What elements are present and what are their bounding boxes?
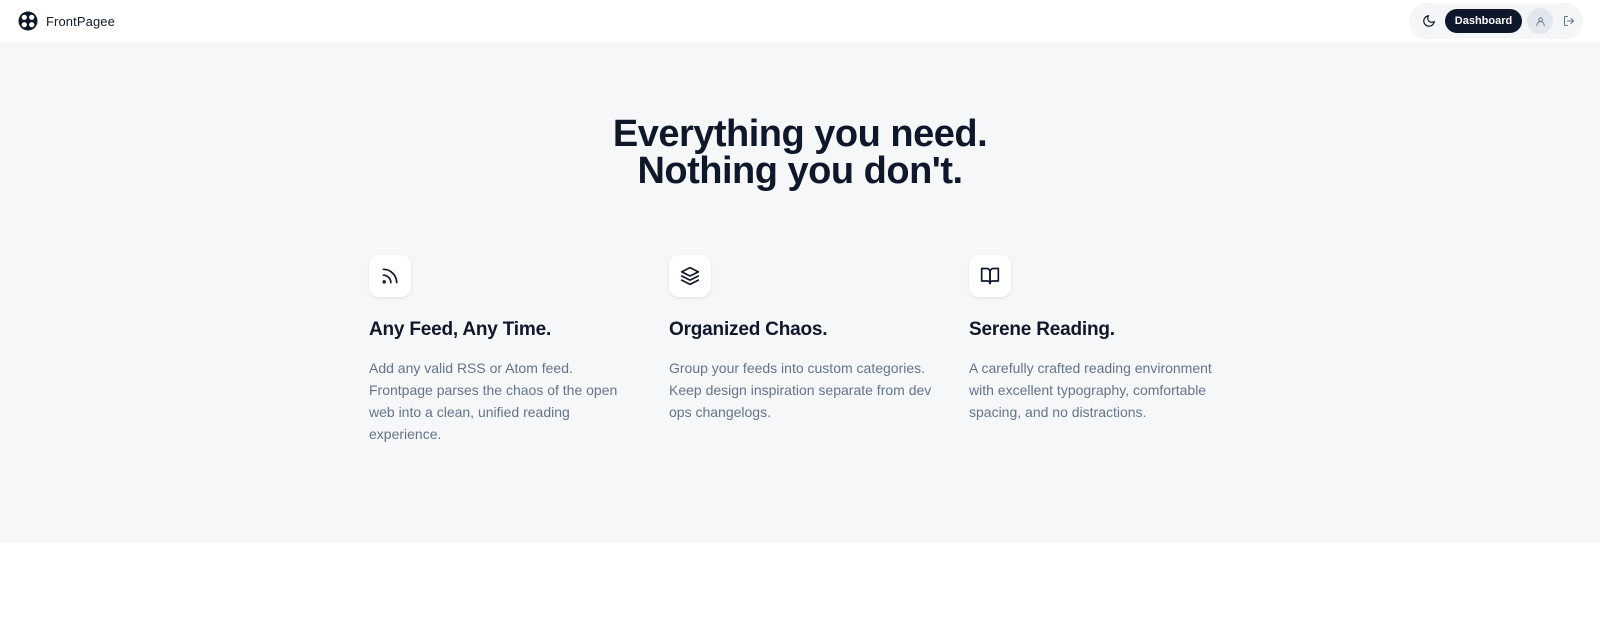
feature-card-organized-chaos: Organized Chaos. Group your feeds into c… <box>669 255 944 423</box>
log-out-icon <box>1564 16 1574 26</box>
feature-description: Group your feeds into custom categories.… <box>669 360 932 420</box>
hero-title-line-1: Everything you need. <box>612 113 988 155</box>
user-icon <box>1535 16 1545 26</box>
feature-card-any-feed: Any Feed, Any Time. Add any valid RSS or… <box>369 255 644 445</box>
feature-description: Add any valid RSS or Atom feed. Frontpag… <box>369 360 618 442</box>
feature-title: Any Feed, Any Time. <box>369 319 552 340</box>
layers-icon <box>680 266 700 286</box>
nav-actions-group: Dashboard <box>1409 3 1583 39</box>
logout-button[interactable] <box>1559 11 1579 31</box>
dashboard-button[interactable]: Dashboard <box>1445 9 1522 33</box>
feature-icon-box <box>369 255 411 297</box>
hero-title-line-2: Nothing you don't. <box>637 150 963 192</box>
hero-title: Everything you need. Nothing you don't. <box>0 113 1600 192</box>
rss-icon <box>382 268 398 284</box>
user-avatar-button[interactable] <box>1527 8 1553 34</box>
book-open-icon <box>980 267 1000 285</box>
moon-icon <box>1423 15 1435 27</box>
brand-name: FrontPagee <box>46 13 115 29</box>
feature-description: A carefully crafted reading environment … <box>969 360 1212 420</box>
brand-link[interactable]: FrontPagee <box>18 11 115 31</box>
feature-icon-box <box>669 255 711 297</box>
top-navbar: FrontPagee Dashboard <box>0 0 1600 42</box>
theme-toggle-button[interactable] <box>1419 11 1439 31</box>
feature-icon-box <box>969 255 1011 297</box>
feature-card-serene-reading: Serene Reading. A carefully crafted read… <box>969 255 1244 423</box>
feature-title: Organized Chaos. <box>669 319 828 340</box>
frontpage-logo-icon <box>18 11 38 31</box>
features-section: Everything you need. Nothing you don't. … <box>0 42 1600 543</box>
feature-title: Serene Reading. <box>969 319 1115 340</box>
